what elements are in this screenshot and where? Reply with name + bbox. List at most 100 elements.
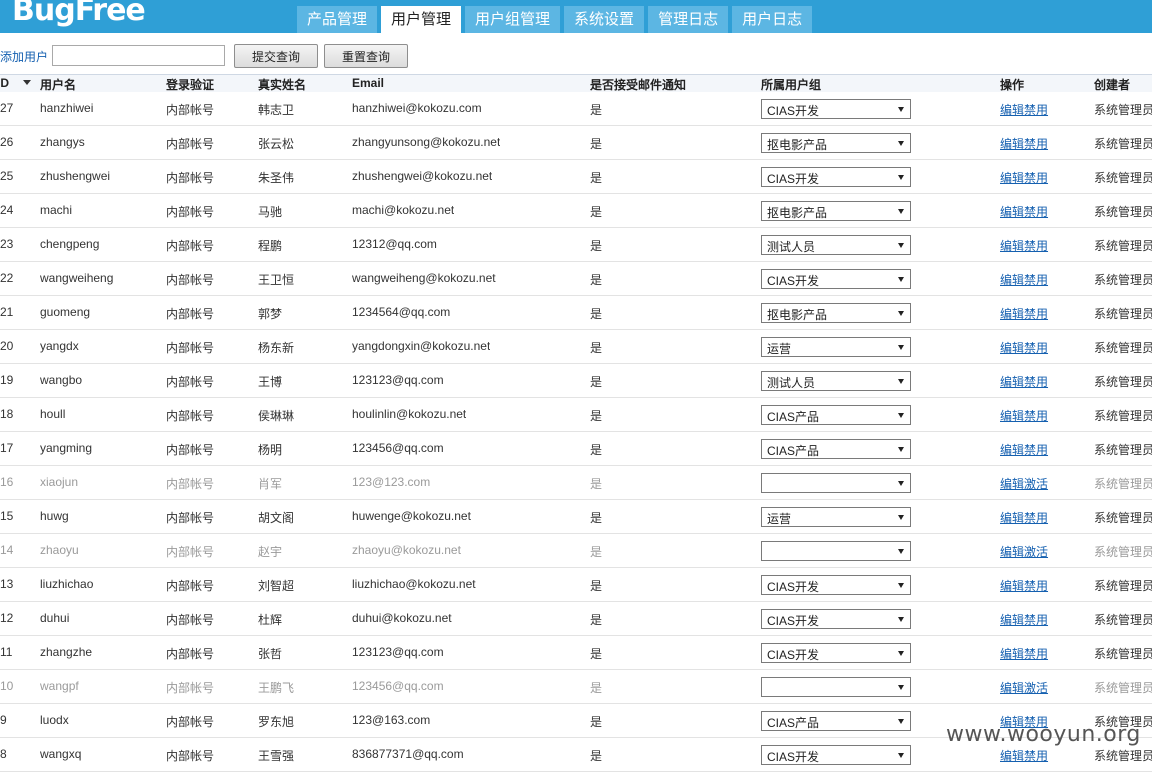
edit-link[interactable]: 编辑 — [1000, 749, 1024, 763]
creator: 系统管理员 — [1094, 273, 1152, 287]
disable-link[interactable]: 禁用 — [1024, 443, 1048, 457]
user-group-value: CIAS开发 — [767, 614, 820, 628]
user-group-select[interactable] — [761, 677, 911, 697]
dropdown-arrow-icon — [898, 107, 904, 112]
edit-link[interactable]: 编辑 — [1000, 511, 1024, 525]
tab-user-group-management[interactable]: 用户组管理 — [465, 6, 561, 33]
submit-query-button[interactable]: 提交查询 — [234, 44, 318, 68]
edit-link[interactable]: 编辑 — [1000, 409, 1024, 423]
user-group-select[interactable]: 抠电影产品 — [761, 303, 911, 323]
column-header-username[interactable]: 用户名 — [40, 76, 76, 93]
sort-desc-icon[interactable] — [23, 80, 31, 85]
user-group-select[interactable]: 运营 — [761, 337, 911, 357]
username: xiaojun — [40, 475, 79, 489]
auth-type: 内部帐号 — [166, 375, 215, 389]
disable-link[interactable]: 禁用 — [1024, 239, 1048, 253]
user-group-select[interactable]: CIAS开发 — [761, 167, 911, 187]
tab-user-log[interactable]: 用户日志 — [732, 6, 813, 33]
user-group-select[interactable]: CIAS开发 — [761, 99, 911, 119]
disable-link[interactable]: 禁用 — [1024, 647, 1048, 661]
edit-link[interactable]: 编辑 — [1000, 443, 1024, 457]
tab-product-management[interactable]: 产品管理 — [297, 6, 378, 33]
column-header-id[interactable]: ID — [0, 76, 9, 90]
edit-link[interactable]: 编辑 — [1000, 103, 1024, 117]
email-notify: 是 — [590, 137, 603, 151]
activate-link[interactable]: 激活 — [1024, 477, 1048, 491]
edit-link[interactable]: 编辑 — [1000, 137, 1024, 151]
user-group-select[interactable]: CIAS开发 — [761, 643, 911, 663]
edit-link[interactable]: 编辑 — [1000, 171, 1024, 185]
disable-link[interactable]: 禁用 — [1024, 375, 1048, 389]
disable-link[interactable]: 禁用 — [1024, 341, 1048, 355]
tab-system-settings[interactable]: 系统设置 — [564, 6, 645, 33]
edit-link[interactable]: 编辑 — [1000, 545, 1024, 559]
disable-link[interactable]: 禁用 — [1024, 205, 1048, 219]
user-group-select[interactable]: 测试人员 — [761, 371, 911, 391]
user-group-select[interactable]: CIAS产品 — [761, 405, 911, 425]
edit-link[interactable]: 编辑 — [1000, 273, 1024, 287]
search-input[interactable] — [52, 45, 225, 66]
activate-link[interactable]: 激活 — [1024, 545, 1048, 559]
edit-link[interactable]: 编辑 — [1000, 681, 1024, 695]
edit-link[interactable]: 编辑 — [1000, 375, 1024, 389]
table-row: 23 chengpeng 内部帐号 程鹏 12312@qq.com 是 测试人员 编辑禁用 系统… — [0, 228, 1152, 262]
column-header-notify[interactable]: 是否接受邮件通知 — [590, 76, 686, 93]
disable-link[interactable]: 禁用 — [1024, 307, 1048, 321]
edit-link[interactable]: 编辑 — [1000, 239, 1024, 253]
activate-link[interactable]: 激活 — [1024, 681, 1048, 695]
disable-link[interactable]: 禁用 — [1024, 613, 1048, 627]
reset-query-button[interactable]: 重置查询 — [324, 44, 408, 68]
edit-link[interactable]: 编辑 — [1000, 477, 1024, 491]
disable-link[interactable]: 禁用 — [1024, 171, 1048, 185]
disable-link[interactable]: 禁用 — [1024, 511, 1048, 525]
column-header-auth[interactable]: 登录验证 — [166, 76, 214, 93]
user-id: 19 — [0, 373, 14, 387]
user-group-select[interactable]: 测试人员 — [761, 235, 911, 255]
user-group-select[interactable] — [761, 473, 911, 493]
edit-link[interactable]: 编辑 — [1000, 205, 1024, 219]
edit-link[interactable]: 编辑 — [1000, 307, 1024, 321]
user-group-select[interactable]: CIAS产品 — [761, 439, 911, 459]
edit-link[interactable]: 编辑 — [1000, 647, 1024, 661]
email-notify: 是 — [590, 171, 603, 185]
edit-link[interactable]: 编辑 — [1000, 613, 1024, 627]
auth-type: 内部帐号 — [166, 749, 215, 763]
disable-link[interactable]: 禁用 — [1024, 749, 1048, 763]
table-row: 21 guomeng 内部帐号 郭梦 1234564@qq.com 是 抠电影产品 编辑禁用 系… — [0, 296, 1152, 330]
row-actions: 编辑禁用 — [1000, 577, 1048, 594]
disable-link[interactable]: 禁用 — [1024, 273, 1048, 287]
tab-user-management[interactable]: 用户管理 — [381, 6, 462, 33]
creator: 系统管理员 — [1094, 409, 1152, 423]
real-name: 胡文阁 — [258, 511, 295, 525]
tab-admin-log[interactable]: 管理日志 — [648, 6, 729, 33]
dropdown-arrow-icon — [898, 243, 904, 248]
user-group-select[interactable]: CIAS开发 — [761, 609, 911, 629]
user-group-select[interactable]: 运营 — [761, 507, 911, 527]
auth-type: 内部帐号 — [166, 205, 215, 219]
column-header-group[interactable]: 所属用户组 — [761, 76, 821, 93]
user-group-select[interactable]: 抠电影产品 — [761, 201, 911, 221]
disable-link[interactable]: 禁用 — [1024, 579, 1048, 593]
user-id: 16 — [0, 475, 14, 489]
auth-type: 内部帐号 — [166, 511, 215, 525]
edit-link[interactable]: 编辑 — [1000, 341, 1024, 355]
user-group-select[interactable]: CIAS产品 — [761, 711, 911, 731]
column-header-email[interactable]: Email — [352, 76, 384, 90]
user-group-select[interactable]: CIAS开发 — [761, 269, 911, 289]
user-group-select[interactable]: 抠电影产品 — [761, 133, 911, 153]
real-name: 侯琳琳 — [258, 409, 295, 423]
user-group-value: 运营 — [767, 342, 792, 356]
disable-link[interactable]: 禁用 — [1024, 137, 1048, 151]
app-logo: BugFree — [12, 0, 146, 28]
user-group-select[interactable]: CIAS开发 — [761, 745, 911, 765]
add-user-link[interactable]: 添加用户 — [0, 48, 48, 65]
edit-link[interactable]: 编辑 — [1000, 579, 1024, 593]
column-header-creator[interactable]: 创建者 — [1094, 76, 1130, 93]
disable-link[interactable]: 禁用 — [1024, 409, 1048, 423]
user-group-select[interactable]: CIAS开发 — [761, 575, 911, 595]
username: machi — [40, 203, 73, 217]
row-actions: 编辑禁用 — [1000, 407, 1048, 424]
column-header-realname[interactable]: 真实姓名 — [258, 76, 306, 93]
disable-link[interactable]: 禁用 — [1024, 103, 1048, 117]
user-group-select[interactable] — [761, 541, 911, 561]
